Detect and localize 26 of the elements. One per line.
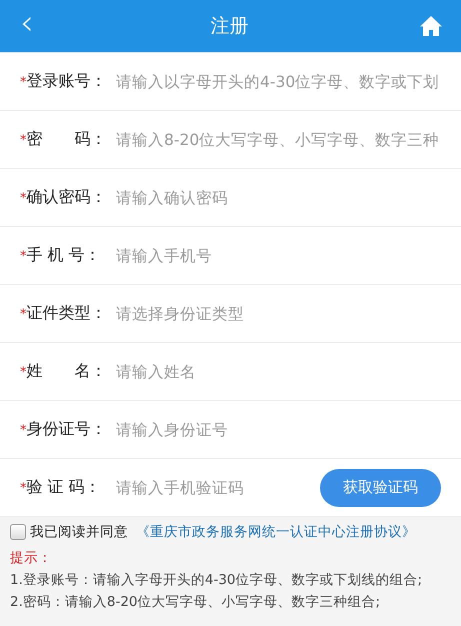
input-field[interactable]: 请输入手机号 (116, 246, 461, 264)
field-label: *密 码： (20, 129, 108, 150)
agreement-checkbox[interactable] (10, 524, 26, 540)
agreement-text: 我已阅读并同意 (30, 523, 128, 541)
input-field[interactable]: 请输入手机验证码 (116, 478, 320, 496)
input-field[interactable]: 请输入身份证号 (116, 420, 461, 438)
home-icon[interactable] (418, 15, 443, 37)
field-label: *身份证号： (20, 419, 108, 440)
field-label: *手 机 号： (20, 245, 102, 266)
field-label: *证件类型： (20, 303, 108, 324)
input-field[interactable]: 请输入8-20位大写字母、小写字母、数字三种 (116, 130, 461, 148)
input-field[interactable]: 请输入确认密码 (116, 188, 461, 206)
input-field[interactable]: 请选择身份证类型 (116, 304, 461, 322)
get-code-button[interactable]: 获取验证码 (320, 468, 441, 506)
back-button[interactable]: ‹ (14, 6, 40, 46)
tip-text: 1.登录账号：请输入字母开头的4-30位字母、数字或下划线的组合; (10, 571, 424, 590)
tip-text: 2.密码：请输入8-20位大写字母、小写字母、数字三种组合; (10, 593, 382, 612)
input-field[interactable]: 请输入姓名 (116, 362, 461, 380)
input-field[interactable]: 请输入以字母开头的4-30位字母、数字或下划 (116, 72, 461, 90)
tips-title: 提示： (10, 549, 53, 568)
field-label: *登录账号： (20, 71, 108, 92)
field-label: *验 证 码： (20, 477, 102, 498)
page-title: 注册 (210, 14, 248, 39)
agreement-link[interactable]: 《重庆市政务服务网统一认证中心注册协议》 (136, 523, 416, 541)
field-label: *确认密码： (20, 187, 108, 208)
field-label: *姓 名： (20, 361, 108, 382)
